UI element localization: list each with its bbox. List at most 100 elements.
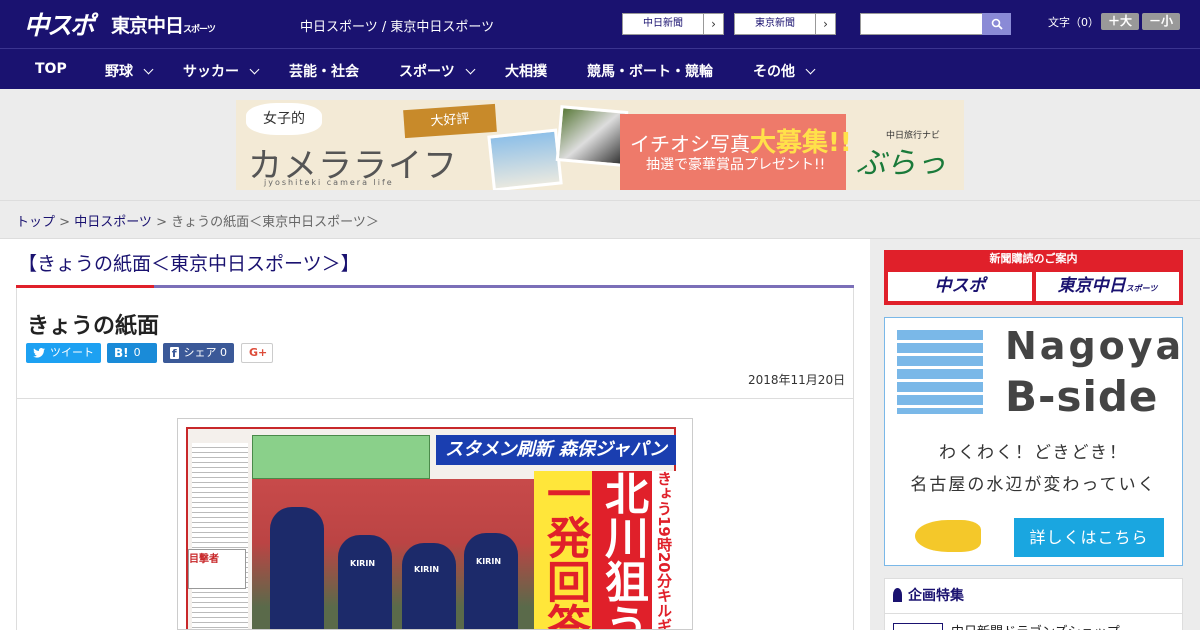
chunichi-sports-logo[interactable]: 中スポ — [24, 6, 95, 42]
search-icon — [991, 18, 1003, 30]
newspaper-photo: KIRIN KIRIN KIRIN — [252, 479, 536, 629]
feature-section: 企画特集 中日新聞ドラゴンズショップ — [884, 578, 1183, 630]
nav-soccer[interactable]: サッカー — [183, 61, 260, 81]
newspaper-witness-label: 目撃者 — [189, 554, 219, 565]
page-title: 【きょうの紙面＜東京中日スポーツ＞】 — [18, 253, 360, 275]
ribbon-icon — [893, 588, 902, 602]
newspaper-red-headline: 北川狙う — [592, 471, 652, 629]
facebook-label: シェア 0 — [183, 346, 228, 359]
nav-sumo[interactable]: 大相撲 — [505, 61, 547, 81]
nav-entertainment[interactable]: 芸能・社会 — [289, 61, 359, 81]
tokyo-logo-small: スポーツ — [183, 25, 216, 35]
ad-tagline-1: わくわく！どきどき！ — [939, 443, 1128, 463]
ad-name-line-2: B-side — [1005, 372, 1159, 421]
chevron-down-icon — [805, 64, 816, 75]
chevron-right-icon: › — [703, 14, 723, 34]
nav-top[interactable]: TOP — [35, 61, 67, 77]
banner-sub: 抽選で豪華賞品プレゼント!! — [646, 157, 826, 173]
hatena-bookmark-button[interactable]: B! 0 — [107, 343, 157, 363]
banner-tag: 大好評 — [403, 103, 497, 139]
newspaper-front-page-image[interactable]: 目撃者 スタメン刷新 森保ジャパン KIRIN KIRIN KIRIN 一発回答… — [177, 418, 693, 630]
nav-other[interactable]: その他 — [753, 61, 816, 81]
newspaper-page: 目撃者 スタメン刷新 森保ジャパン KIRIN KIRIN KIRIN 一発回答… — [186, 427, 676, 629]
newspaper-column-text — [192, 443, 248, 629]
chevron-right-icon: › — [815, 14, 835, 34]
nav-baseball[interactable]: 野球 — [105, 61, 154, 81]
banner-brand-logo: ぶらっ人 — [856, 146, 946, 181]
chunichi-shimbun-button[interactable]: 中日新聞 › — [622, 13, 724, 35]
nav-label: 芸能・社会 — [289, 64, 359, 80]
ad-details-button[interactable]: 詳しくはこちら — [1014, 518, 1164, 557]
site-header: 中スポ 東京中日スポーツ 中日スポーツ / 東京中日スポーツ 中日新聞 › 東京新… — [0, 0, 1200, 48]
dragons-shop-icon — [893, 623, 943, 630]
feature-title-text: 企画特集 — [908, 588, 964, 604]
facebook-icon: f — [170, 347, 179, 360]
breadcrumb: トップ > 中日スポーツ > きょうの紙面＜東京中日スポーツ＞ — [0, 200, 1200, 239]
font-larger-button[interactable]: ＋大 — [1101, 13, 1139, 30]
chunichi-shimbun-label: 中日新聞 — [643, 18, 683, 29]
article-title: きょうの紙面 — [27, 314, 160, 339]
article-date: 2018年11月20日 — [748, 373, 846, 387]
kirin-logo-text: KIRIN — [350, 559, 376, 568]
tokyo-shimbun-label: 東京新聞 — [755, 18, 795, 29]
twitter-icon — [33, 348, 45, 358]
facebook-share-button[interactable]: f シェア 0 — [163, 343, 234, 363]
player-figure — [464, 533, 518, 629]
feature-title: 企画特集 — [893, 585, 964, 605]
newspaper-yellow-headline: 一発回答 — [534, 471, 594, 629]
nav-label: その他 — [753, 64, 795, 80]
tweet-label: ツイート — [50, 346, 94, 359]
banner-english: jyoshiteki camera life — [264, 178, 394, 187]
banner-promo: イチオシ写真大募集!! 抽選で豪華賞品プレゼント!! — [620, 114, 852, 190]
tokyo-logo-text: 東京中日 — [111, 15, 184, 37]
nav-label: 競馬・ボート・競輪 — [587, 64, 713, 80]
kirin-logo-text: KIRIN — [476, 557, 502, 566]
nav-racing[interactable]: 競馬・ボート・競輪 — [587, 61, 713, 81]
nav-label: サッカー — [183, 64, 239, 80]
subscribe-chunichi-sports-button[interactable]: 中スポ — [888, 272, 1032, 301]
nagoya-bside-ad[interactable]: Nagoya B-side わくわく！どきどき！ 名古屋の水辺が変わっていく 詳… — [884, 317, 1183, 566]
chevron-down-icon — [143, 64, 154, 75]
subscribe-tokyo-chunichi-button[interactable]: 東京中日スポーツ — [1036, 272, 1179, 301]
nav-label: TOP — [35, 61, 67, 77]
newspaper-headline: スタメン刷新 森保ジャパン — [436, 435, 676, 465]
nav-label: 野球 — [105, 64, 133, 80]
banner-headline-pre: イチオシ写真 — [630, 132, 750, 156]
player-figure — [338, 535, 392, 629]
chevron-down-icon — [249, 64, 260, 75]
font-smaller-button[interactable]: －小 — [1142, 13, 1180, 30]
nav-label: 大相撲 — [505, 64, 547, 80]
newspaper-witness-box: 目撃者 — [188, 549, 246, 589]
newspaper-lineup-diagram — [252, 435, 430, 479]
font-size-label: 文字（0） — [1048, 16, 1099, 29]
nav-label: スポーツ — [399, 64, 455, 80]
subscription-box: 新聞購読のご案内 中スポ 東京中日スポーツ — [884, 250, 1183, 305]
breadcrumb-top[interactable]: トップ — [16, 215, 55, 230]
search-button[interactable] — [982, 13, 1011, 35]
hatena-count: 0 — [133, 346, 141, 359]
site-links[interactable]: 中日スポーツ / 東京中日スポーツ — [300, 16, 494, 35]
breadcrumb-section[interactable]: 中日スポーツ — [74, 215, 152, 230]
tweet-button[interactable]: ツイート — [26, 343, 101, 363]
feature-divider — [885, 613, 1182, 614]
subscribe-tokyo-small: スポーツ — [1125, 284, 1158, 293]
breadcrumb-current: きょうの紙面＜東京中日スポーツ＞ — [171, 215, 379, 230]
tokyo-chunichi-logo[interactable]: 東京中日スポーツ — [111, 11, 216, 38]
tokyo-shimbun-button[interactable]: 東京新聞 › — [734, 13, 836, 35]
ad-tagline-2: 名古屋の水辺が変わっていく — [910, 475, 1157, 495]
nav-sports[interactable]: スポーツ — [399, 61, 476, 81]
banner-bubble: 女子的 — [246, 103, 322, 135]
player-figure — [270, 507, 324, 629]
subscription-title: 新聞購読のご案内 — [989, 252, 1078, 265]
banner-photo-birds — [555, 105, 629, 167]
mascot-fish-icon — [915, 520, 981, 552]
kirin-logo-text: KIRIN — [414, 565, 440, 574]
camera-life-banner[interactable]: 女子的 カメラライフ jyoshiteki camera life 大好評 イチ… — [236, 100, 964, 190]
ad-name-line-1: Nagoya — [1005, 324, 1185, 368]
google-plus-icon: G+ — [249, 346, 268, 359]
newspaper-subheadline: きょう19時20分キルギス戦 — [652, 471, 676, 629]
feature-item-link[interactable]: 中日新聞ドラゴンズショップ — [951, 621, 1120, 630]
brick-wall-logo — [897, 330, 983, 414]
google-plus-button[interactable]: G+ — [241, 343, 273, 363]
breadcrumb-sep: > — [151, 215, 172, 230]
